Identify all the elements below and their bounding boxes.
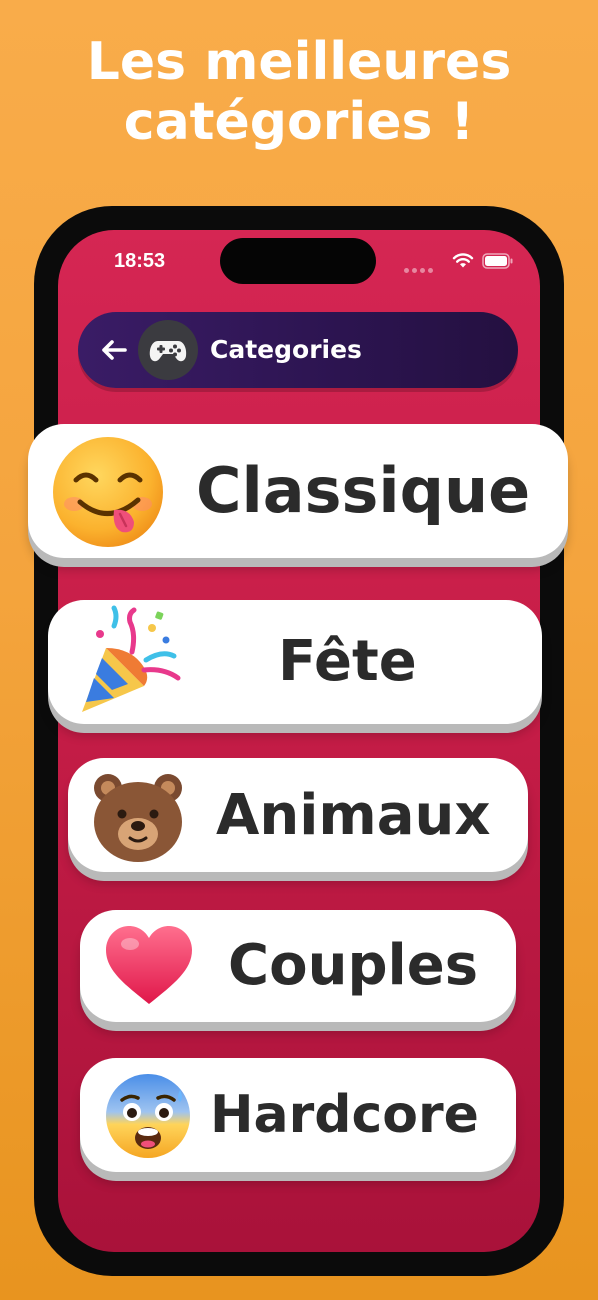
category-label-couples: Couples (228, 933, 479, 998)
phone-frame: 18:53 Categories Classique Fête Animaux … (28, 206, 568, 1276)
battery-icon (482, 253, 513, 269)
category-label-hardcore: Hardcore (210, 1085, 479, 1145)
wifi-icon (452, 253, 474, 268)
page-title: Categories (210, 335, 362, 364)
headline-line-2: catégories ! (123, 92, 475, 152)
gamepad-icon (138, 320, 198, 380)
dynamic-island (220, 238, 376, 284)
category-card-hardcore[interactable]: Hardcore (80, 1058, 516, 1172)
bear-emoji-icon (94, 774, 182, 862)
anxious-face-emoji-icon (106, 1074, 190, 1158)
back-arrow-icon[interactable] (98, 334, 130, 366)
category-label-classique: Classique (196, 454, 531, 527)
category-card-animaux[interactable]: Animaux (68, 758, 528, 872)
heart-emoji-icon (106, 926, 192, 1004)
category-label-fete: Fête (278, 629, 417, 694)
headline-line-1: Les meilleures (86, 32, 512, 92)
promo-headline: Les meilleures catégories ! (0, 32, 598, 152)
category-card-couples[interactable]: Couples (80, 910, 516, 1022)
status-time: 18:53 (114, 250, 166, 272)
party-popper-emoji-icon (82, 605, 181, 712)
tongue-smiley-emoji-icon (53, 437, 163, 547)
signal-dots-icon (404, 258, 436, 277)
category-card-classique[interactable]: Classique (28, 424, 568, 558)
category-label-animaux: Animaux (216, 783, 491, 848)
category-card-fete[interactable]: Fête (48, 600, 542, 724)
status-icons (404, 252, 524, 273)
nav-bar: Categories (78, 312, 518, 388)
